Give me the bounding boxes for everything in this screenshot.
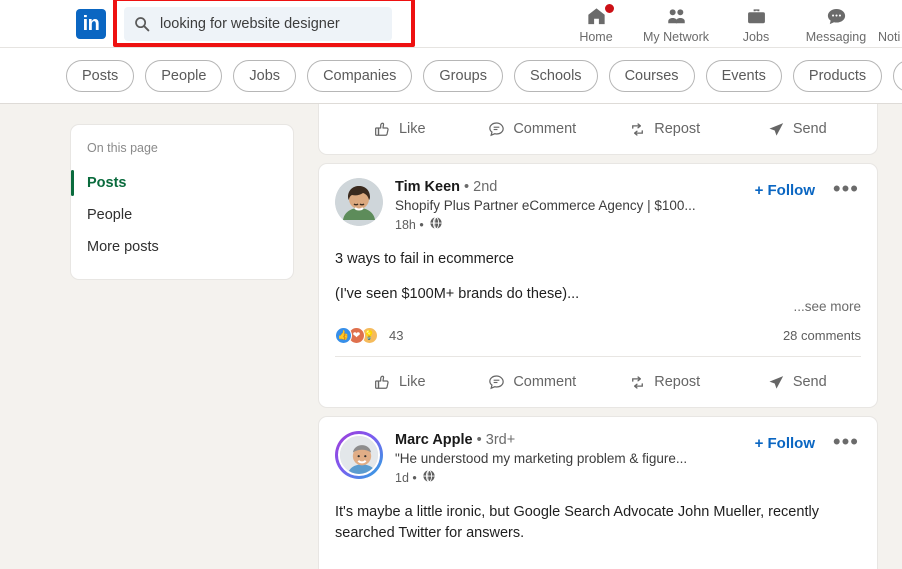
send-button[interactable]: Send [731, 373, 864, 392]
like-label: Like [398, 121, 426, 137]
nav-label-my-network: My Network [643, 30, 709, 44]
home-notification-badge [603, 2, 616, 15]
see-more-link[interactable]: ...see more [793, 299, 861, 314]
search-filter-bar: Posts People Jobs Companies Groups Schoo… [0, 48, 902, 104]
post-body-line-1: It's maybe a little ironic, but Google S… [335, 504, 819, 542]
repost-label: Repost [654, 121, 701, 137]
comment-label: Comment [513, 374, 577, 391]
top-navigation-bar: in looking for website designer Home My … [0, 0, 902, 48]
post-more-options-icon[interactable]: ••• [833, 431, 859, 453]
post-timestamp: 1d • [395, 470, 417, 485]
post-action-bar: Like Comment Repost Send [319, 104, 877, 154]
post-body-line-2: (I've seen $100M+ brands do these)... [335, 286, 580, 303]
comment-label: Comment [513, 121, 577, 137]
post-card: Tim Keen • 2nd Shopify Plus Partner eCom… [318, 163, 878, 409]
linkedin-logo[interactable]: in [76, 8, 106, 39]
repost-label: Repost [654, 374, 701, 391]
globe-icon [417, 469, 436, 486]
follow-button[interactable]: + Follow [755, 435, 815, 452]
comment-button[interactable]: Comment [466, 120, 599, 139]
post-author-name[interactable]: Marc Apple [395, 432, 473, 448]
post-meta: 1d • [395, 469, 861, 486]
search-query-text: looking for website designer [160, 15, 340, 32]
nav-item-jobs[interactable]: Jobs [716, 0, 796, 44]
people-icon [636, 4, 716, 29]
post-body-line-2: ... [335, 560, 348, 569]
comment-count[interactable]: 28 comments [783, 328, 861, 343]
search-input[interactable]: looking for website designer [124, 6, 392, 41]
post-social-counts: 👍 ❤ 💡 43 28 comments [319, 319, 877, 356]
filter-pill-services[interactable]: Services [893, 59, 902, 92]
filter-pill-jobs[interactable]: Jobs [233, 59, 297, 92]
on-this-page-title: On this page [87, 141, 158, 155]
post-body-line-1: 3 ways to fail in ecommerce [335, 251, 514, 267]
filter-pill-courses[interactable]: Courses [608, 59, 695, 92]
nav-item-home[interactable]: Home [556, 0, 636, 44]
nav-item-my-network[interactable]: My Network [636, 0, 716, 44]
avatar[interactable] [335, 178, 383, 226]
nav-items: Home My Network Jobs Messaging Noti [556, 0, 902, 48]
post-author-headline: Shopify Plus Partner eCommerce Agency | … [395, 198, 696, 213]
follow-button[interactable]: + Follow [755, 182, 815, 199]
sidebar-item-more-posts[interactable]: More posts [71, 231, 293, 263]
post-author-degree: • 3rd+ [476, 432, 516, 449]
send-label: Send [792, 121, 827, 137]
post-card: Marc Apple • 3rd+ "He understood my mark… [318, 416, 878, 569]
like-button[interactable]: Like [333, 120, 466, 139]
nav-label-messaging: Messaging [805, 30, 867, 44]
sidebar-item-people[interactable]: People [71, 199, 293, 231]
filter-pill-groups[interactable]: Groups [423, 59, 503, 92]
reaction-count[interactable]: 43 [389, 328, 403, 343]
globe-icon [424, 216, 443, 233]
filter-pill-companies[interactable]: Companies [307, 59, 413, 92]
like-label: Like [398, 374, 426, 391]
post-header: Tim Keen • 2nd Shopify Plus Partner eCom… [319, 164, 877, 233]
nav-label-notifications: Noti [878, 30, 901, 44]
filter-pill-posts[interactable]: Posts [66, 59, 135, 92]
sidebar-item-posts[interactable]: Posts [71, 167, 293, 199]
message-bubble-icon [796, 4, 876, 29]
post-body: 3 ways to fail in ecommerce (I've seen $… [319, 233, 877, 305]
nav-label-home: Home [579, 30, 613, 44]
filter-pill-products[interactable]: Products [792, 59, 883, 92]
post-header: Marc Apple • 3rd+ "He understood my mark… [319, 417, 877, 486]
post-author-headline: "He understood my marketing problem & fi… [395, 451, 688, 467]
nav-item-notifications[interactable]: Noti [876, 0, 902, 44]
repost-button[interactable]: Repost [598, 373, 731, 392]
post-body: It's maybe a little ironic, but Google S… [319, 486, 877, 569]
search-results-feed: Like Comment Repost Send Tim Keen • 2nd … [318, 104, 878, 569]
filter-pill-people[interactable]: People [145, 59, 223, 92]
repost-button[interactable]: Repost [598, 120, 731, 139]
nav-label-jobs: Jobs [742, 30, 770, 44]
post-timestamp: 18h • [395, 217, 424, 232]
filter-pill-schools[interactable]: Schools [513, 59, 598, 92]
post-card-partial: Like Comment Repost Send [318, 104, 878, 155]
post-more-options-icon[interactable]: ••• [833, 178, 859, 200]
like-button[interactable]: Like [333, 373, 466, 392]
on-this-page-card: On this page Posts People More posts [70, 124, 294, 280]
reaction-icons[interactable]: 👍 ❤ 💡 [335, 327, 378, 345]
comment-button[interactable]: Comment [466, 373, 599, 392]
home-icon [556, 2, 636, 29]
page-body: On this page Posts People More posts Lik… [0, 104, 902, 569]
bell-icon [876, 4, 902, 29]
post-action-bar: Like Comment Repost Send [319, 357, 877, 407]
filter-pill-events[interactable]: Events [705, 59, 782, 92]
nav-item-messaging[interactable]: Messaging [796, 0, 876, 44]
briefcase-icon [716, 4, 796, 29]
reaction-like-icon: 👍 [335, 327, 352, 345]
post-author-degree: • 2nd [464, 179, 498, 195]
post-meta: 18h • [395, 216, 861, 233]
search-icon [134, 16, 150, 32]
send-label: Send [792, 374, 827, 391]
post-author-name[interactable]: Tim Keen [395, 179, 460, 195]
send-button[interactable]: Send [731, 120, 864, 139]
avatar[interactable] [335, 431, 383, 480]
